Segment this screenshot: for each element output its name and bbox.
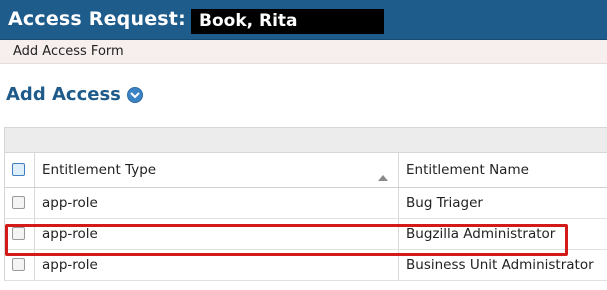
entitlement-name-cell: Bug Triager	[398, 188, 607, 218]
title-bar: Access Request: Book, Rita	[0, 0, 607, 40]
column-header-entitlement-type[interactable]: Entitlement Type	[34, 153, 398, 187]
entitlements-table: Entitlement Type Entitlement Name app-ro…	[4, 153, 607, 281]
user-name-field: Book, Rita	[191, 9, 384, 34]
select-all-checkbox[interactable]	[12, 163, 25, 176]
row-checkbox[interactable]	[12, 196, 25, 209]
column-header-entitlement-name[interactable]: Entitlement Name	[398, 153, 607, 187]
table-row[interactable]: app-role Bug Triager	[5, 188, 607, 219]
table-header-row: Entitlement Type Entitlement Name	[5, 153, 607, 188]
entitlement-type: app-role	[42, 195, 98, 211]
row-checkbox-cell	[5, 188, 34, 218]
column-label: Entitlement Name	[406, 162, 529, 178]
sort-up-icon[interactable]	[378, 166, 388, 185]
header-checkbox-cell	[5, 153, 34, 187]
entitlement-name: Bug Triager	[406, 195, 483, 211]
chevron-down-icon[interactable]	[126, 86, 143, 103]
add-access-section: Add Access	[6, 84, 143, 105]
form-label: Add Access Form	[13, 44, 124, 59]
column-label: Entitlement Type	[42, 162, 157, 178]
row-checkbox[interactable]	[12, 258, 25, 271]
entitlement-type-cell: app-role	[34, 188, 398, 218]
page-title: Access Request:	[8, 8, 186, 30]
form-breadcrumb: Add Access Form	[0, 40, 607, 64]
highlight-box	[5, 224, 568, 256]
add-access-heading: Add Access	[6, 84, 121, 105]
entitlement-name: Business Unit Administrator	[406, 257, 594, 273]
table-toolbar	[4, 127, 607, 153]
entitlement-type: app-role	[42, 257, 98, 273]
